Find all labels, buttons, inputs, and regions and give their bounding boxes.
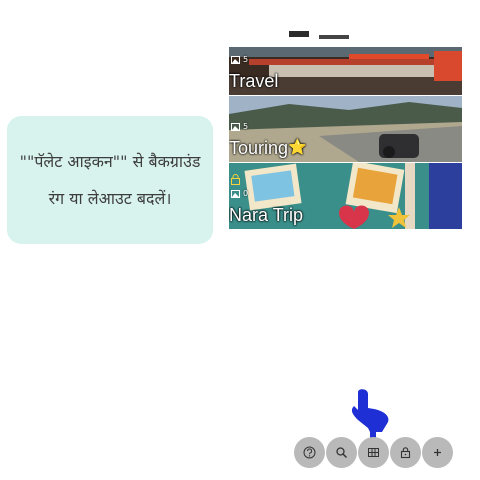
album-count-label: 0: [243, 189, 249, 198]
album-title: Travel: [229, 71, 279, 91]
album-title: Touring⭐: [229, 138, 307, 159]
palette-button[interactable]: [358, 437, 389, 468]
star-badge: ⭐: [288, 139, 307, 156]
album-card-travel[interactable]: 5 Travel: [229, 29, 462, 95]
search-icon: [336, 447, 348, 459]
album-photo-count: 5: [231, 122, 248, 131]
album-card-nara-trip[interactable]: 0 Nara Trip: [229, 163, 462, 229]
search-button[interactable]: [326, 437, 357, 468]
album-photo-count: 0: [231, 189, 248, 198]
lock-button[interactable]: [390, 437, 421, 468]
add-icon: [434, 449, 441, 456]
album-title-text: Touring: [229, 138, 289, 158]
album-title: Nara Trip: [229, 205, 304, 225]
lock-icon: [400, 447, 411, 459]
album-card-touring[interactable]: 5 Touring⭐: [229, 96, 462, 162]
image-icon: [231, 55, 240, 64]
lock-icon: [231, 170, 240, 189]
album-count-label: 5: [243, 55, 249, 64]
add-button[interactable]: [422, 437, 453, 468]
help-icon: [303, 446, 316, 459]
palette-icon: [368, 448, 379, 457]
image-icon: [231, 189, 240, 198]
image-icon: [231, 122, 240, 131]
pointer-hand-icon: [351, 389, 389, 440]
album-photo-count: 5: [231, 55, 248, 64]
help-button[interactable]: [294, 437, 325, 468]
album-count-label: 5: [243, 122, 249, 131]
tooltip-text: ""पॅलेट आइकन"" से बैकग्राउंड रंग या लेआउ…: [19, 152, 201, 208]
tooltip-bubble: ""पॅलेट आइकन"" से बैकग्राउंड रंग या लेआउ…: [7, 116, 213, 244]
